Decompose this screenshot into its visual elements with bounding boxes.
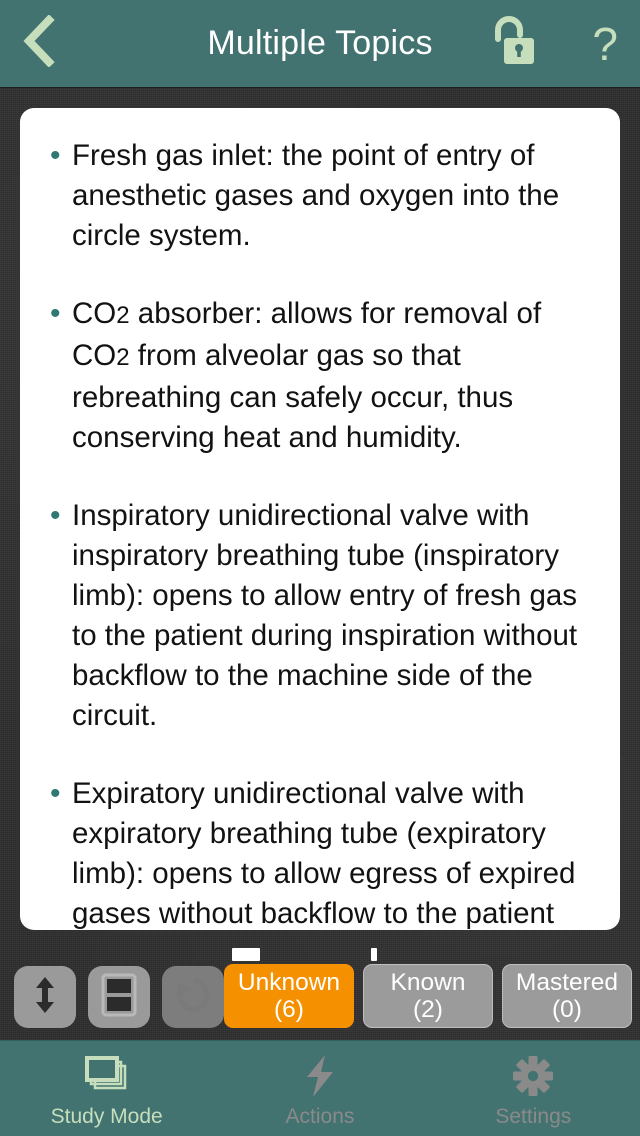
split-card-icon xyxy=(101,973,137,1022)
stacked-cards-icon xyxy=(84,1054,129,1098)
card-area: • Fresh gas inlet: the point of entry of… xyxy=(0,88,640,935)
bullet-item: • CO2 absorber: allows for removal of CO… xyxy=(46,294,594,458)
navbar-actions: ? xyxy=(488,13,618,74)
status-button-wrapper: Unknown (6) xyxy=(224,948,354,1028)
tab-bar: Study Mode Actions Settings xyxy=(0,1040,640,1136)
status-button-wrapper: Mastered (0) xyxy=(502,964,632,1028)
tab-settings[interactable]: Settings xyxy=(427,1041,640,1136)
help-button[interactable]: ? xyxy=(592,21,618,67)
status-label: Mastered xyxy=(515,969,619,996)
bullet-item: • Expiratory unidirectional valve with e… xyxy=(46,774,594,930)
status-tick-indicator xyxy=(371,948,377,961)
bullet-dot-icon: • xyxy=(50,139,61,172)
question-mark-icon: ? xyxy=(592,17,618,70)
status-count: (2) xyxy=(413,996,443,1023)
status-count: (6) xyxy=(274,996,304,1023)
status-label: Unknown xyxy=(237,969,341,996)
study-controls-bar: Unknown (6) Known (2) Mastered (0) xyxy=(0,935,640,1040)
tab-actions[interactable]: Actions xyxy=(213,1041,426,1136)
status-button-unknown[interactable]: Unknown (6) xyxy=(224,964,354,1028)
back-button[interactable] xyxy=(22,14,78,74)
flashcard[interactable]: • Fresh gas inlet: the point of entry of… xyxy=(20,108,620,930)
tab-label: Settings xyxy=(495,1105,572,1128)
status-tick-indicator xyxy=(232,948,260,961)
reset-progress-button[interactable] xyxy=(162,966,224,1028)
status-button-wrapper: Known (2) xyxy=(363,948,493,1028)
status-label: Known xyxy=(390,969,466,996)
bullet-text: Expiratory unidirectional valve with exp… xyxy=(72,777,576,930)
tab-study-mode[interactable]: Study Mode xyxy=(0,1041,213,1136)
bullet-dot-icon: • xyxy=(50,777,61,810)
lock-toggle-button[interactable] xyxy=(488,13,542,74)
bullet-dot-icon: • xyxy=(50,297,61,330)
bullet-text: CO2 absorber: allows for removal of CO2 … xyxy=(72,297,542,454)
unlocked-padlock-icon xyxy=(488,13,542,74)
bullet-text: Inspiratory unidirectional valve with in… xyxy=(72,499,578,732)
flashcard-content: • Fresh gas inlet: the point of entry of… xyxy=(46,136,594,930)
bullet-item: • Fresh gas inlet: the point of entry of… xyxy=(46,136,594,256)
tab-label: Actions xyxy=(285,1105,355,1128)
flip-card-button[interactable] xyxy=(14,966,76,1028)
chevron-left-icon xyxy=(22,14,56,72)
status-button-known[interactable]: Known (2) xyxy=(363,964,493,1028)
lightning-bolt-icon xyxy=(303,1054,337,1098)
bullet-dot-icon: • xyxy=(50,499,61,532)
status-count: (0) xyxy=(552,996,582,1023)
card-tools-group xyxy=(14,966,224,1028)
status-buttons-group: Unknown (6) Known (2) Mastered (0) xyxy=(224,948,632,1028)
tab-label: Study Mode xyxy=(50,1105,163,1128)
navigation-bar: Multiple Topics ? xyxy=(0,0,640,88)
reset-undo-arrow-icon xyxy=(173,975,213,1020)
bullet-text: Fresh gas inlet: the point of entry of a… xyxy=(72,139,560,252)
split-view-button[interactable] xyxy=(88,966,150,1028)
app-root: Multiple Topics ? • Fresh gas inlet: the… xyxy=(0,0,640,1136)
bullet-item: • Inspiratory unidirectional valve with … xyxy=(46,496,594,736)
status-button-mastered[interactable]: Mastered (0) xyxy=(502,964,632,1028)
gear-icon xyxy=(512,1054,554,1098)
vertical-double-arrow-icon xyxy=(30,975,60,1020)
